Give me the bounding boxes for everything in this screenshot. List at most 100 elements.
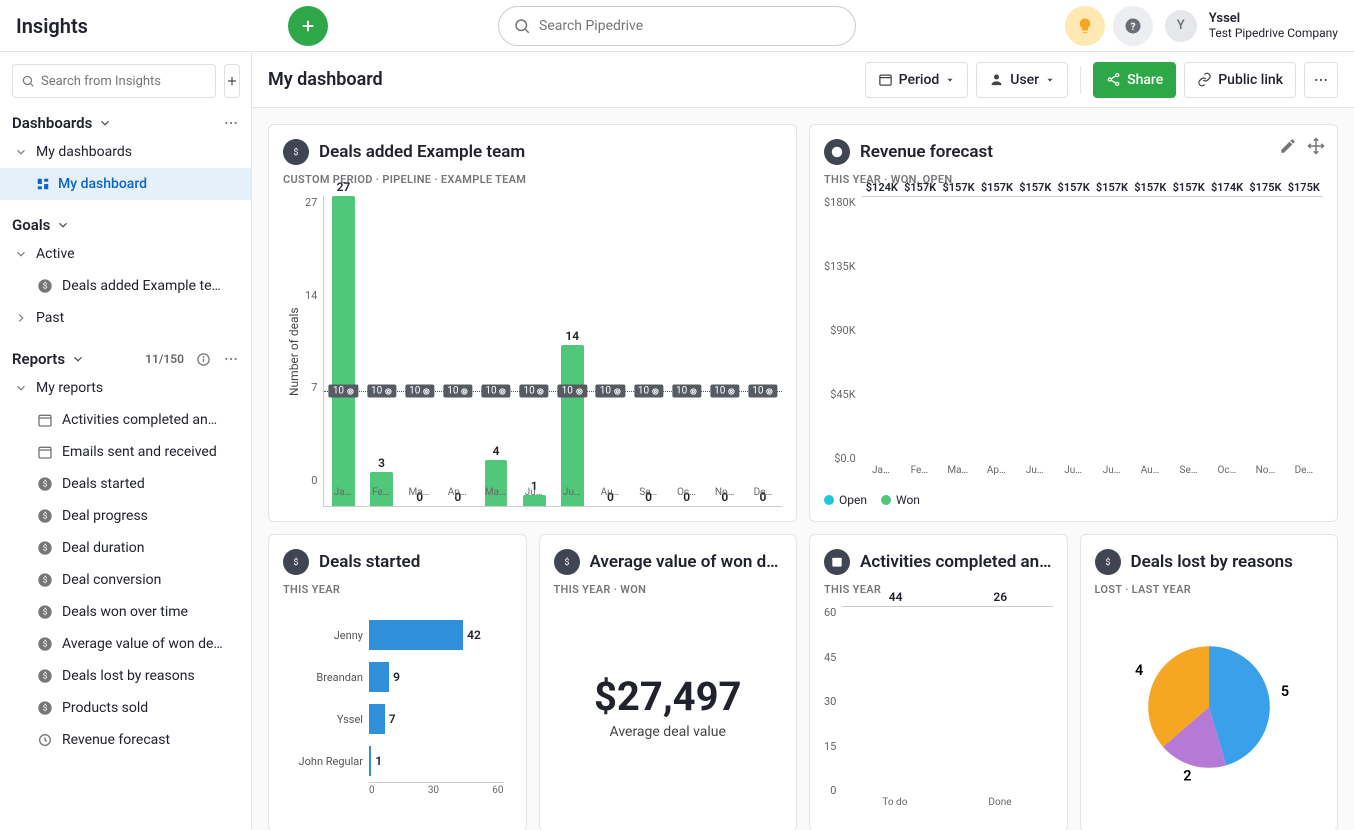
svg-text:$: $ xyxy=(43,575,48,586)
sidebar-item-label: My reports xyxy=(36,380,103,396)
sidebar-item-label: Deals added Example te… xyxy=(62,278,221,294)
card-revenue-forecast[interactable]: Revenue forecast THIS YEAR · WON, OPEN $… xyxy=(809,124,1338,522)
card-deals-lost[interactable]: $ Deals lost by reasons LOST · LAST YEAR… xyxy=(1080,534,1339,830)
sidebar-item-label: Active xyxy=(36,246,75,262)
sidebar-item-my-dashboard[interactable]: My dashboard xyxy=(0,168,251,200)
lightbulb-icon xyxy=(1076,17,1094,35)
revenue-chart: $180K$135K$90K$45K$0.0 $124K$157K$157K$1… xyxy=(824,196,1323,485)
sidebar-item-goal[interactable]: $ Deals added Example te… xyxy=(0,270,251,302)
y-axis-label: Number of deals xyxy=(283,196,305,507)
card-deals-started[interactable]: $ Deals started THIS YEAR Jenny42Breanda… xyxy=(268,534,527,830)
section-dashboards[interactable]: Dashboards xyxy=(0,98,251,136)
chevron-right-icon xyxy=(14,311,28,325)
more-button[interactable] xyxy=(1304,62,1338,98)
sidebar-item-label: My dashboard xyxy=(58,176,147,192)
add-button[interactable] xyxy=(288,6,328,46)
global-search-input[interactable] xyxy=(539,18,841,34)
add-insight-button[interactable] xyxy=(224,64,240,98)
user-info[interactable]: Yssel Test Pipedrive Company xyxy=(1209,11,1338,41)
sidebar-item-past[interactable]: Past xyxy=(0,302,251,334)
section-label: Dashboards xyxy=(12,114,92,132)
dollar-icon: $ xyxy=(1095,549,1121,575)
card-activities[interactable]: Activities completed an… THIS YEAR 60453… xyxy=(809,534,1068,830)
card-title: Activities completed an… xyxy=(860,552,1051,572)
sidebar-item-report[interactable]: Emails sent and received xyxy=(0,436,251,468)
svg-text:$: $ xyxy=(294,147,299,158)
avatar[interactable]: Y xyxy=(1165,10,1197,42)
insights-search-input[interactable] xyxy=(41,74,207,89)
public-link-button[interactable]: Public link xyxy=(1184,62,1296,98)
sidebar-item-report[interactable]: Revenue forecast xyxy=(0,724,251,756)
card-subtitle: THIS YEAR xyxy=(283,583,512,596)
report-icon: $ xyxy=(36,507,54,525)
report-icon: $ xyxy=(36,635,54,653)
sidebar-item-active[interactable]: Active xyxy=(0,238,251,270)
deals-lost-pie: 524 xyxy=(1095,596,1324,817)
report-icon: $ xyxy=(36,699,54,717)
svg-text:?: ? xyxy=(1130,19,1135,32)
deals-started-chart: Jenny42Breandan9Yssel7John Regular103060 xyxy=(283,606,512,817)
insights-search[interactable] xyxy=(12,64,216,98)
sidebar: Dashboards My dashboards My dashboard Go… xyxy=(0,52,252,830)
sidebar-item-report[interactable]: $Deals won over time xyxy=(0,596,251,628)
sidebar-item-label: My dashboards xyxy=(36,144,132,160)
move-icon[interactable] xyxy=(1307,137,1325,155)
sidebar-item-report[interactable]: $ Deals started xyxy=(0,468,251,500)
deals-added-chart: Number of deals 271470 27300411400000 10… xyxy=(283,196,782,507)
share-button[interactable]: Share xyxy=(1093,62,1176,98)
sidebar-item-report[interactable]: $Average value of won de… xyxy=(0,628,251,660)
sidebar-item-report[interactable]: $Deal duration xyxy=(0,532,251,564)
tips-button[interactable] xyxy=(1065,6,1105,46)
chevron-down-icon xyxy=(56,218,70,232)
sidebar-item-my-reports[interactable]: My reports xyxy=(0,372,251,404)
card-subtitle: THIS YEAR xyxy=(824,583,1053,596)
sidebar-item-report[interactable]: $Deal progress xyxy=(0,500,251,532)
sidebar-item-report[interactable]: Activities completed an… xyxy=(0,404,251,436)
dollar-icon: $ xyxy=(283,139,309,165)
chevron-down-icon xyxy=(14,145,28,159)
sidebar-item-label: Deals started xyxy=(62,476,145,492)
sidebar-item-report[interactable]: $Products sold xyxy=(0,692,251,724)
sidebar-item-label: Past xyxy=(36,310,64,326)
global-search[interactable] xyxy=(498,6,856,46)
sidebar-item-my-dashboards[interactable]: My dashboards xyxy=(0,136,251,168)
user-icon xyxy=(989,72,1004,87)
dashboard-icon xyxy=(36,177,50,191)
share-icon xyxy=(1106,72,1121,87)
activities-chart: 604530150 4426 To doDone xyxy=(824,606,1053,817)
info-icon[interactable] xyxy=(196,352,211,367)
card-title: Deals started xyxy=(319,552,420,572)
user-selector[interactable]: User xyxy=(976,62,1068,98)
svg-text:$: $ xyxy=(43,281,48,292)
svg-text:4: 4 xyxy=(1135,662,1143,679)
section-reports[interactable]: Reports 11/150 xyxy=(0,334,251,372)
chevron-down-icon xyxy=(14,381,28,395)
sidebar-item-report[interactable]: $Deals lost by reasons xyxy=(0,660,251,692)
sidebar-item-report[interactable]: $Deal conversion xyxy=(0,564,251,596)
svg-text:$: $ xyxy=(43,703,48,714)
report-icon: $ xyxy=(36,571,54,589)
help-icon: ? xyxy=(1124,17,1142,35)
edit-icon[interactable] xyxy=(1279,137,1297,155)
dollar-icon: $ xyxy=(554,549,580,575)
sidebar-item-label: Revenue forecast xyxy=(62,732,170,748)
svg-text:$: $ xyxy=(43,639,48,650)
section-label: Goals xyxy=(12,216,50,234)
more-icon[interactable] xyxy=(223,115,239,131)
more-icon[interactable] xyxy=(223,351,239,367)
dollar-icon: $ xyxy=(36,277,54,295)
plus-icon xyxy=(299,17,317,35)
card-title: Revenue forecast xyxy=(860,142,993,162)
help-button[interactable]: ? xyxy=(1113,6,1153,46)
card-avg-value[interactable]: $ Average value of won d… THIS YEAR · WO… xyxy=(539,534,798,830)
report-icon xyxy=(36,731,54,749)
svg-text:5: 5 xyxy=(1281,683,1289,700)
card-subtitle: THIS YEAR · WON xyxy=(554,583,783,596)
period-selector[interactable]: Period xyxy=(865,62,969,98)
svg-text:$: $ xyxy=(43,479,48,490)
card-deals-added[interactable]: $ Deals added Example team CUSTOM PERIOD… xyxy=(268,124,797,522)
search-icon xyxy=(513,17,531,35)
calendar-icon xyxy=(878,72,893,87)
sidebar-item-label: Emails sent and received xyxy=(62,444,217,460)
section-goals[interactable]: Goals xyxy=(0,200,251,238)
